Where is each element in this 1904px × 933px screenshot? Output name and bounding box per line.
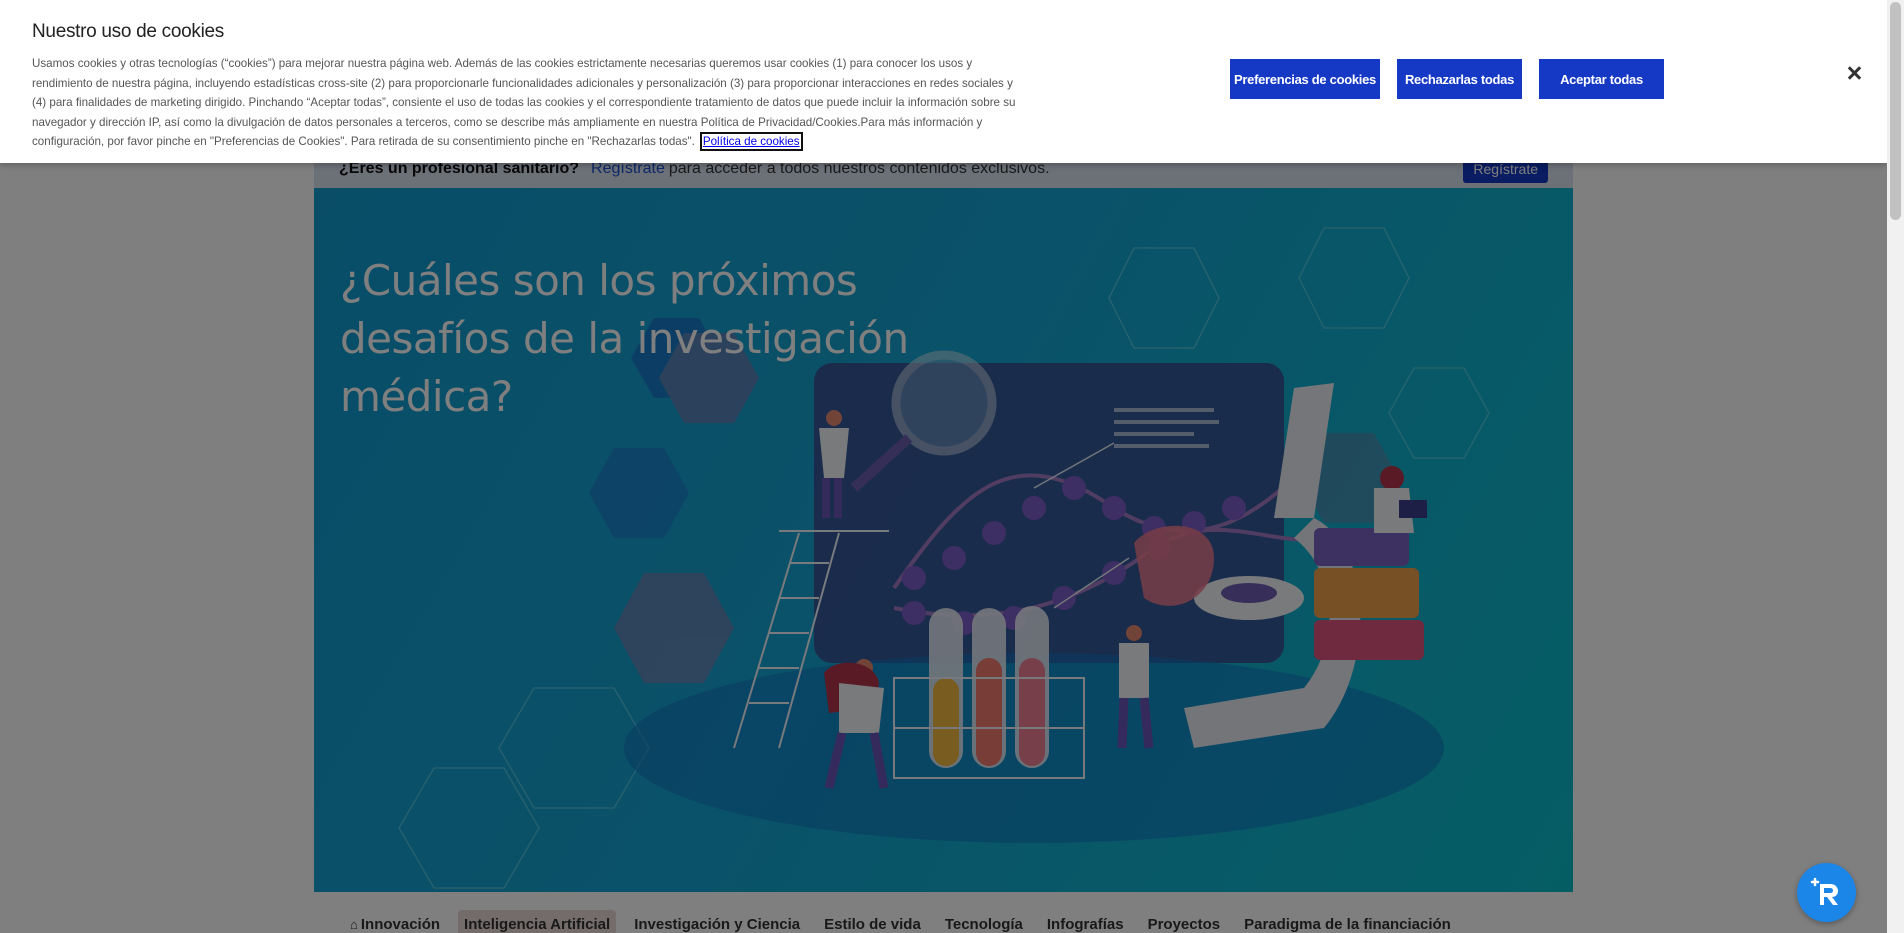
vertical-scrollbar[interactable] — [1887, 0, 1904, 933]
cookie-banner: Nuestro uso de cookies Usamos cookies y … — [0, 0, 1887, 163]
reject-all-button[interactable]: Rechazarlas todas — [1397, 59, 1522, 99]
cookie-banner-description: Usamos cookies y otras tecnologías (“coo… — [32, 54, 1022, 152]
chat-assistant-icon — [1810, 877, 1838, 905]
close-icon[interactable] — [1844, 63, 1864, 83]
cookie-description-text: Usamos cookies y otras tecnologías (“coo… — [32, 57, 1016, 149]
chat-assistant-button[interactable] — [1797, 863, 1856, 922]
cookie-banner-title: Nuestro uso de cookies — [32, 21, 224, 42]
accept-all-button[interactable]: Aceptar todas — [1539, 59, 1664, 99]
cookie-policy-link[interactable]: Política de cookies — [699, 132, 803, 152]
cookie-preferences-button[interactable]: Preferencias de cookies — [1230, 59, 1380, 99]
scrollbar-thumb[interactable] — [1890, 2, 1901, 220]
